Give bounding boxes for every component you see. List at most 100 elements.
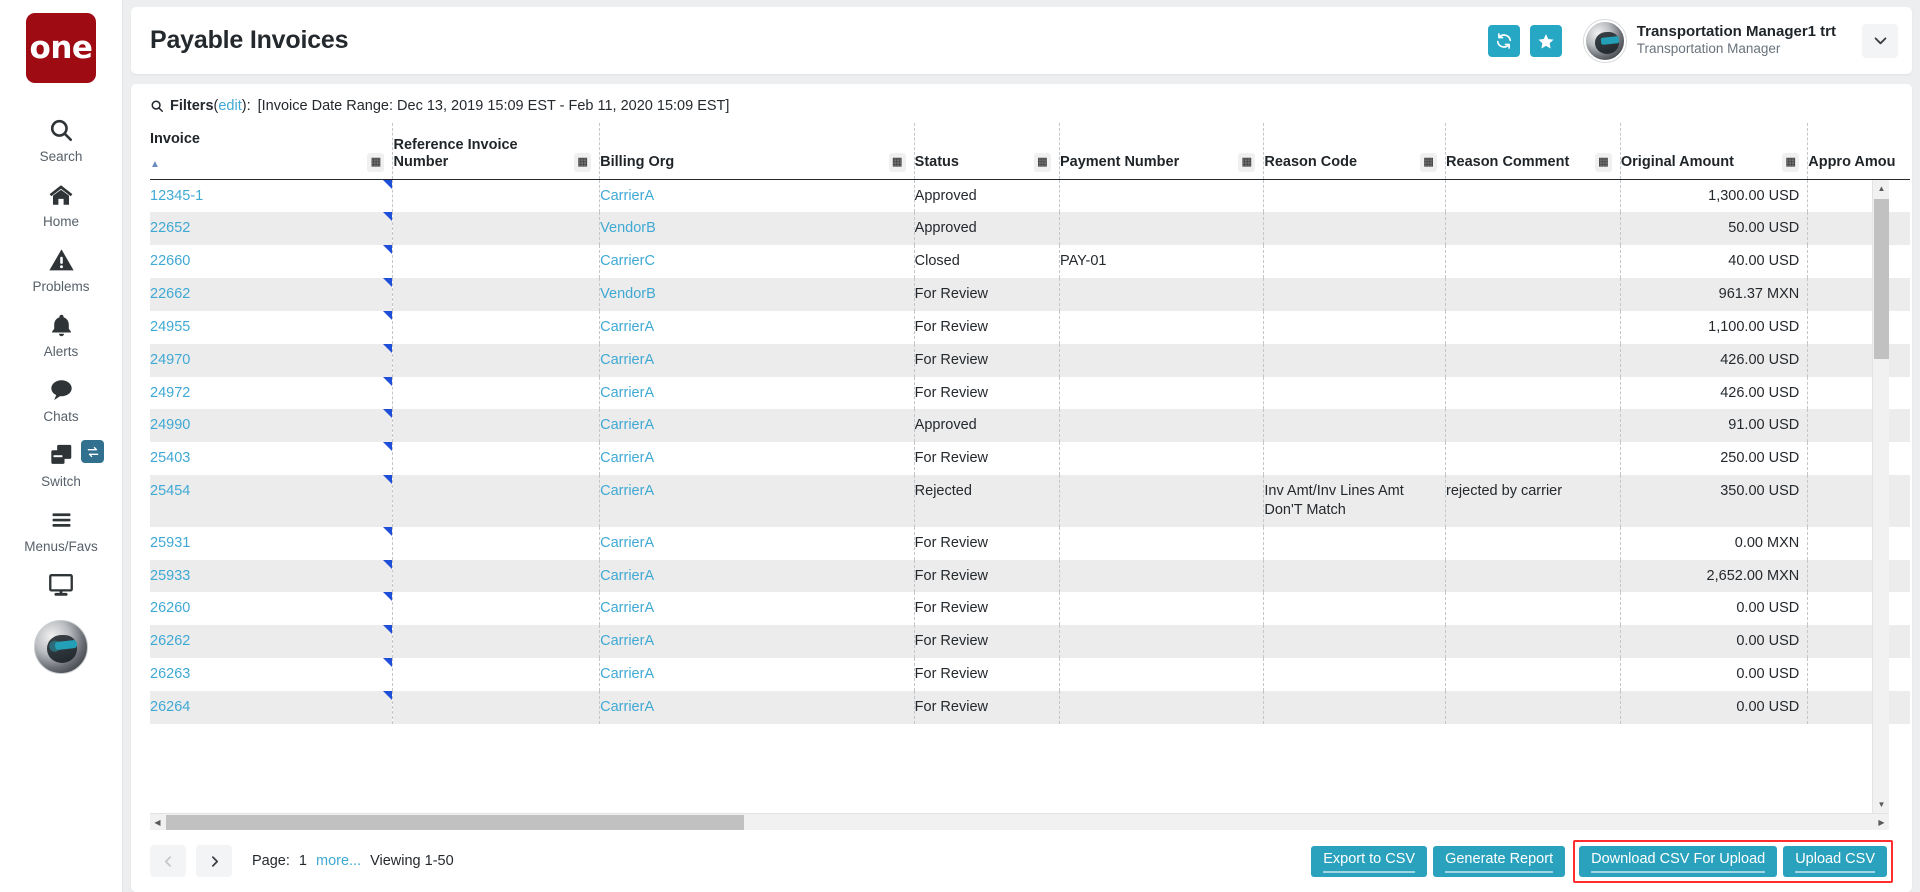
star-icon[interactable] bbox=[1529, 24, 1562, 57]
column-header-billing-org[interactable]: Billing Org ▦ bbox=[599, 123, 915, 180]
table-row[interactable]: 22660 CarrierC Closed PAY-01 40.00 USD bbox=[150, 245, 1910, 279]
cell-billing-org[interactable]: CarrierC bbox=[599, 245, 915, 279]
sidebar-item-problems[interactable]: Problems bbox=[0, 235, 122, 300]
previous-page-button[interactable] bbox=[150, 845, 186, 877]
table-row[interactable]: 25403 CarrierA For Review 250.00 USD bbox=[150, 442, 1910, 476]
invoice-link[interactable]: 26263 bbox=[150, 666, 190, 682]
cell-invoice[interactable]: 22662 bbox=[150, 278, 394, 311]
table-row[interactable]: 25454 CarrierA Rejected Inv Amt/Inv Lines A… bbox=[150, 475, 1910, 527]
column-options-icon[interactable]: ▦ bbox=[1420, 152, 1438, 172]
cell-invoice[interactable]: 25454 bbox=[150, 475, 394, 527]
billing-org-link[interactable]: CarrierA bbox=[600, 483, 654, 499]
invoice-link[interactable]: 24970 bbox=[150, 352, 190, 368]
sidebar-item-search[interactable]: Search bbox=[0, 105, 122, 170]
column-header-reason-code[interactable]: Reason Code ▦ bbox=[1263, 123, 1447, 180]
table-row[interactable]: 24970 CarrierA For Review 426.00 USD bbox=[150, 343, 1910, 377]
invoice-link[interactable]: 24990 bbox=[150, 417, 190, 433]
cell-billing-org[interactable]: CarrierA bbox=[599, 343, 915, 377]
column-options-icon[interactable]: ▦ bbox=[1594, 152, 1612, 172]
billing-org-link[interactable]: VendorB bbox=[600, 220, 656, 236]
column-options-icon[interactable]: ▦ bbox=[1782, 152, 1800, 172]
column-options-icon[interactable]: ▦ bbox=[888, 152, 906, 172]
sidebar-item-alerts[interactable]: Alerts bbox=[0, 300, 122, 365]
generate-report-button[interactable]: Generate Report bbox=[1433, 845, 1566, 877]
billing-org-link[interactable]: VendorB bbox=[600, 286, 656, 302]
invoice-link[interactable]: 22652 bbox=[150, 220, 190, 236]
invoice-link[interactable]: 25454 bbox=[150, 483, 190, 499]
billing-org-link[interactable]: CarrierA bbox=[600, 352, 654, 368]
table-row[interactable]: 26262 CarrierA For Review 0.00 USD bbox=[150, 625, 1910, 659]
cell-billing-org[interactable]: CarrierA bbox=[599, 658, 915, 691]
billing-org-link[interactable]: CarrierA bbox=[600, 699, 654, 715]
scroll-up-icon[interactable]: ▲ bbox=[1873, 180, 1890, 197]
column-options-icon[interactable]: ▦ bbox=[574, 152, 592, 172]
cell-invoice[interactable]: 24972 bbox=[150, 376, 394, 410]
cell-invoice[interactable]: 25933 bbox=[150, 559, 394, 593]
column-options-icon[interactable]: ▦ bbox=[367, 152, 385, 172]
table-row[interactable]: 12345-1 CarrierA Approved 1,300.00 USD bbox=[150, 179, 1910, 213]
table-row[interactable]: 24972 CarrierA For Review 426.00 USD bbox=[150, 376, 1910, 410]
cell-billing-org[interactable]: CarrierA bbox=[599, 409, 915, 443]
filters-edit-link[interactable]: edit bbox=[218, 98, 241, 114]
invoice-link[interactable]: 24972 bbox=[150, 385, 190, 401]
cell-invoice[interactable]: 26262 bbox=[150, 625, 394, 659]
cell-invoice[interactable]: 22652 bbox=[150, 212, 394, 246]
billing-org-link[interactable]: CarrierC bbox=[600, 253, 655, 269]
vertical-scroll-thumb[interactable] bbox=[1874, 199, 1889, 359]
invoice-link[interactable]: 12345-1 bbox=[150, 188, 203, 204]
chevron-down-icon[interactable] bbox=[1862, 23, 1898, 58]
invoice-link[interactable]: 26264 bbox=[150, 699, 190, 715]
cell-invoice[interactable]: 26260 bbox=[150, 592, 394, 626]
column-header-reason-comment[interactable]: Reason Comment ▦ bbox=[1445, 123, 1621, 180]
invoice-link[interactable]: 26260 bbox=[150, 600, 190, 616]
invoice-link[interactable]: 26262 bbox=[150, 633, 190, 649]
billing-org-link[interactable]: CarrierA bbox=[600, 568, 654, 584]
invoice-link[interactable]: 24955 bbox=[150, 319, 190, 335]
table-horizontal-scrollbar[interactable]: ◀ ▶ bbox=[150, 813, 1889, 830]
cell-billing-org[interactable]: CarrierA bbox=[599, 442, 915, 476]
table-row[interactable]: 22662 VendorB For Review 961.37 MXN bbox=[150, 278, 1910, 311]
table-row[interactable]: 26260 CarrierA For Review 0.00 USD bbox=[150, 592, 1910, 626]
sidebar-item-menus-favs[interactable]: Menus/Favs bbox=[0, 495, 122, 560]
billing-org-link[interactable]: CarrierA bbox=[600, 666, 654, 682]
column-options-icon[interactable]: ▦ bbox=[1238, 152, 1256, 172]
column-header-approved-amount[interactable]: Appro Amou bbox=[1807, 123, 1910, 180]
scroll-left-icon[interactable]: ◀ bbox=[150, 814, 165, 831]
export-to-csv-button[interactable]: Export to CSV bbox=[1311, 845, 1428, 877]
invoice-link[interactable]: 25931 bbox=[150, 535, 190, 551]
table-row[interactable]: 26264 CarrierA For Review 0.00 USD bbox=[150, 691, 1910, 724]
invoice-link[interactable]: 22660 bbox=[150, 253, 190, 269]
billing-org-link[interactable]: CarrierA bbox=[600, 633, 654, 649]
table-row[interactable]: 24955 CarrierA For Review 1,100.00 USD bbox=[150, 310, 1910, 344]
billing-org-link[interactable]: CarrierA bbox=[600, 188, 654, 204]
sort-ascending-icon[interactable]: ▲ bbox=[150, 159, 160, 170]
table-row[interactable]: 25931 CarrierA For Review 0.00 MXN bbox=[150, 526, 1910, 560]
next-page-button[interactable] bbox=[196, 845, 232, 877]
table-vertical-scrollbar[interactable]: ▲ ▼ bbox=[1872, 180, 1889, 813]
cell-invoice[interactable]: 25403 bbox=[150, 442, 394, 476]
cell-invoice[interactable]: 26264 bbox=[150, 691, 394, 724]
download-csv-for-upload-button[interactable]: Download CSV For Upload bbox=[1579, 845, 1778, 877]
table-row[interactable]: 25933 CarrierA For Review 2,652.00 MXN bbox=[150, 559, 1910, 593]
upload-csv-button[interactable]: Upload CSV bbox=[1783, 845, 1887, 877]
cell-invoice[interactable]: 24955 bbox=[150, 310, 394, 344]
scroll-down-icon[interactable]: ▼ bbox=[1873, 796, 1890, 813]
cell-billing-org[interactable]: VendorB bbox=[599, 212, 915, 246]
sidebar-bot-assistant[interactable] bbox=[0, 601, 122, 674]
billing-org-link[interactable]: CarrierA bbox=[600, 417, 654, 433]
cell-billing-org[interactable]: CarrierA bbox=[599, 526, 915, 560]
invoice-link[interactable]: 25403 bbox=[150, 450, 190, 466]
cell-billing-org[interactable]: CarrierA bbox=[599, 559, 915, 593]
user-menu[interactable]: Transportation Manager1 trt Transportati… bbox=[1583, 19, 1836, 62]
cell-billing-org[interactable]: CarrierA bbox=[599, 592, 915, 626]
invoice-link[interactable]: 22662 bbox=[150, 286, 190, 302]
table-row[interactable]: 24990 CarrierA Approved 91.00 USD bbox=[150, 409, 1910, 443]
horizontal-scroll-thumb[interactable] bbox=[166, 815, 744, 830]
cell-invoice[interactable]: 26263 bbox=[150, 658, 394, 691]
cell-invoice[interactable]: 24990 bbox=[150, 409, 394, 443]
sidebar-item-monitor[interactable] bbox=[0, 560, 122, 601]
sidebar-item-switch[interactable]: Switch bbox=[0, 430, 122, 495]
column-header-original-amount[interactable]: Original Amount ▦ bbox=[1620, 123, 1809, 180]
refresh-icon[interactable] bbox=[1487, 24, 1520, 57]
cell-invoice[interactable]: 22660 bbox=[150, 245, 394, 279]
